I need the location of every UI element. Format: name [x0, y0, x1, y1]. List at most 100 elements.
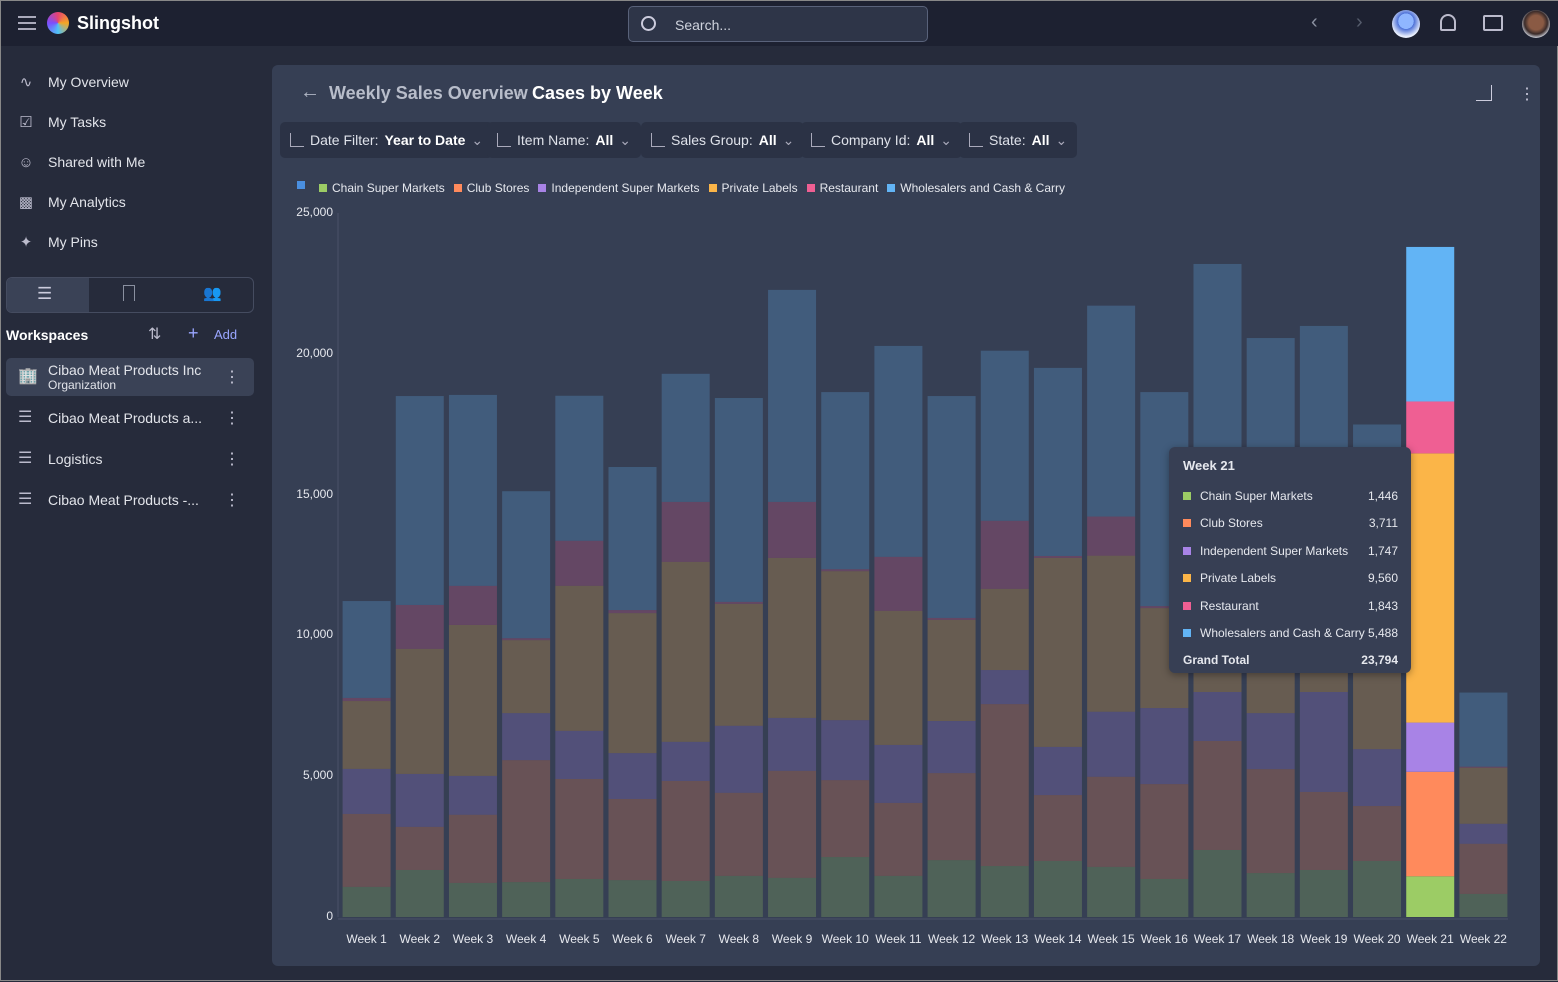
bar-segment-restaurant[interactable]: [502, 638, 551, 641]
bar-segment-independent-super-markets[interactable]: [1299, 692, 1348, 792]
bar-segment-private-labels[interactable]: [555, 585, 604, 731]
bar-segment-independent-super-markets[interactable]: [555, 730, 604, 780]
bar-segment-restaurant[interactable]: [1406, 401, 1455, 454]
bar-segment-independent-super-markets[interactable]: [342, 768, 391, 814]
bar-segment-club-stores[interactable]: [1299, 791, 1348, 870]
bar-segment-restaurant[interactable]: [1459, 766, 1508, 768]
bar-segment-private-labels[interactable]: [502, 640, 551, 714]
bar-segment-independent-super-markets[interactable]: [661, 741, 710, 781]
bar-segment-private-labels[interactable]: [927, 619, 976, 722]
bar-segment-wholesalers-and-cash-carry[interactable]: [608, 467, 657, 611]
bar-segment-club-stores[interactable]: [980, 704, 1029, 867]
bar-segment-chain-super-markets[interactable]: [980, 866, 1029, 917]
bar-segment-restaurant[interactable]: [1087, 516, 1136, 556]
bar-segment-private-labels[interactable]: [1033, 557, 1082, 747]
bar-segment-private-labels[interactable]: [768, 557, 817, 718]
bar-segment-restaurant[interactable]: [874, 556, 923, 611]
bar-segment-restaurant[interactable]: [821, 569, 870, 572]
bar-segment-chain-super-markets[interactable]: [1406, 876, 1455, 917]
bar-segment-club-stores[interactable]: [1459, 843, 1508, 894]
bar-segment-club-stores[interactable]: [1033, 795, 1082, 861]
bar-segment-independent-super-markets[interactable]: [448, 775, 497, 815]
bar-segment-independent-super-markets[interactable]: [1406, 722, 1455, 772]
bar-segment-club-stores[interactable]: [448, 814, 497, 883]
bar-segment-club-stores[interactable]: [395, 826, 444, 870]
bar-segment-chain-super-markets[interactable]: [1033, 860, 1082, 917]
bar-segment-private-labels[interactable]: [980, 588, 1029, 671]
bar-segment-restaurant[interactable]: [927, 617, 976, 620]
bar-segment-chain-super-markets[interactable]: [608, 880, 657, 917]
bar-segment-chain-super-markets[interactable]: [1193, 849, 1242, 917]
bar-segment-private-labels[interactable]: [661, 561, 710, 742]
bar-segment-chain-super-markets[interactable]: [342, 886, 391, 917]
bar-segment-independent-super-markets[interactable]: [821, 720, 870, 781]
bar-segment-private-labels[interactable]: [874, 610, 923, 745]
bar-segment-chain-super-markets[interactable]: [1299, 869, 1348, 917]
bar-segment-chain-super-markets[interactable]: [661, 880, 710, 917]
bar-segment-restaurant[interactable]: [661, 501, 710, 562]
bar-segment-chain-super-markets[interactable]: [448, 882, 497, 917]
bar-segment-club-stores[interactable]: [555, 779, 604, 879]
bar-segment-chain-super-markets[interactable]: [1459, 893, 1508, 917]
bar-segment-wholesalers-and-cash-carry[interactable]: [714, 398, 763, 602]
bar-segment-chain-super-markets[interactable]: [927, 860, 976, 917]
bar-segment-wholesalers-and-cash-carry[interactable]: [980, 350, 1029, 521]
bar-segment-private-labels[interactable]: [608, 613, 657, 754]
bar-segment-wholesalers-and-cash-carry[interactable]: [821, 392, 870, 570]
bar-segment-independent-super-markets[interactable]: [1246, 713, 1295, 770]
bar-segment-club-stores[interactable]: [1406, 771, 1455, 877]
bar-segment-restaurant[interactable]: [395, 604, 444, 649]
bar-segment-wholesalers-and-cash-carry[interactable]: [395, 396, 444, 605]
bar-segment-chain-super-markets[interactable]: [874, 875, 923, 917]
bar-segment-restaurant[interactable]: [448, 585, 497, 625]
bar-segment-club-stores[interactable]: [1246, 769, 1295, 874]
bar-segment-restaurant[interactable]: [714, 601, 763, 604]
bar-segment-wholesalers-and-cash-carry[interactable]: [1459, 692, 1508, 767]
bar-segment-chain-super-markets[interactable]: [768, 877, 817, 917]
bar-segment-club-stores[interactable]: [1193, 741, 1242, 850]
bar-segment-independent-super-markets[interactable]: [1087, 711, 1136, 777]
bar-segment-independent-super-markets[interactable]: [1459, 823, 1508, 844]
bar-segment-wholesalers-and-cash-carry[interactable]: [1033, 367, 1082, 556]
bar-segment-restaurant[interactable]: [342, 697, 391, 702]
bar-segment-independent-super-markets[interactable]: [1193, 692, 1242, 741]
bar-segment-club-stores[interactable]: [1353, 806, 1402, 861]
bar-segment-restaurant[interactable]: [768, 501, 817, 558]
bar-segment-club-stores[interactable]: [874, 802, 923, 876]
bar-segment-private-labels[interactable]: [714, 603, 763, 726]
bar-segment-restaurant[interactable]: [980, 520, 1029, 589]
bar-segment-independent-super-markets[interactable]: [608, 753, 657, 800]
bar-segment-independent-super-markets[interactable]: [395, 773, 444, 827]
bar-segment-wholesalers-and-cash-carry[interactable]: [448, 394, 497, 586]
bar-segment-wholesalers-and-cash-carry[interactable]: [874, 345, 923, 557]
bar-segment-restaurant[interactable]: [1033, 555, 1082, 558]
bar-segment-private-labels[interactable]: [1406, 453, 1455, 723]
bar-segment-independent-super-markets[interactable]: [1140, 708, 1189, 785]
bar-segment-independent-super-markets[interactable]: [980, 670, 1029, 705]
bar-segment-independent-super-markets[interactable]: [714, 725, 763, 793]
bar-segment-club-stores[interactable]: [502, 760, 551, 883]
bar-segment-independent-super-markets[interactable]: [1033, 746, 1082, 796]
bar-segment-private-labels[interactable]: [342, 701, 391, 769]
bar-segment-chain-super-markets[interactable]: [1246, 873, 1295, 917]
bar-segment-wholesalers-and-cash-carry[interactable]: [502, 491, 551, 639]
bar-segment-restaurant[interactable]: [555, 540, 604, 586]
bar-segment-chain-super-markets[interactable]: [821, 857, 870, 917]
bar-segment-chain-super-markets[interactable]: [502, 882, 551, 917]
bar-segment-wholesalers-and-cash-carry[interactable]: [661, 373, 710, 502]
bar-segment-wholesalers-and-cash-carry[interactable]: [555, 395, 604, 541]
bar-segment-club-stores[interactable]: [927, 773, 976, 861]
bar-segment-wholesalers-and-cash-carry[interactable]: [927, 396, 976, 618]
bar-segment-wholesalers-and-cash-carry[interactable]: [342, 601, 391, 698]
bar-segment-chain-super-markets[interactable]: [555, 878, 604, 917]
bar-segment-wholesalers-and-cash-carry[interactable]: [1087, 305, 1136, 517]
bar-segment-club-stores[interactable]: [608, 799, 657, 881]
bar-segment-chain-super-markets[interactable]: [1087, 866, 1136, 917]
bar-segment-restaurant[interactable]: [608, 610, 657, 614]
bar-segment-wholesalers-and-cash-carry[interactable]: [1406, 246, 1455, 402]
bar-segment-club-stores[interactable]: [1140, 784, 1189, 879]
bar-segment-independent-super-markets[interactable]: [874, 744, 923, 803]
bar-segment-independent-super-markets[interactable]: [927, 721, 976, 774]
bar-segment-chain-super-markets[interactable]: [1140, 878, 1189, 917]
bar-segment-private-labels[interactable]: [1459, 767, 1508, 824]
